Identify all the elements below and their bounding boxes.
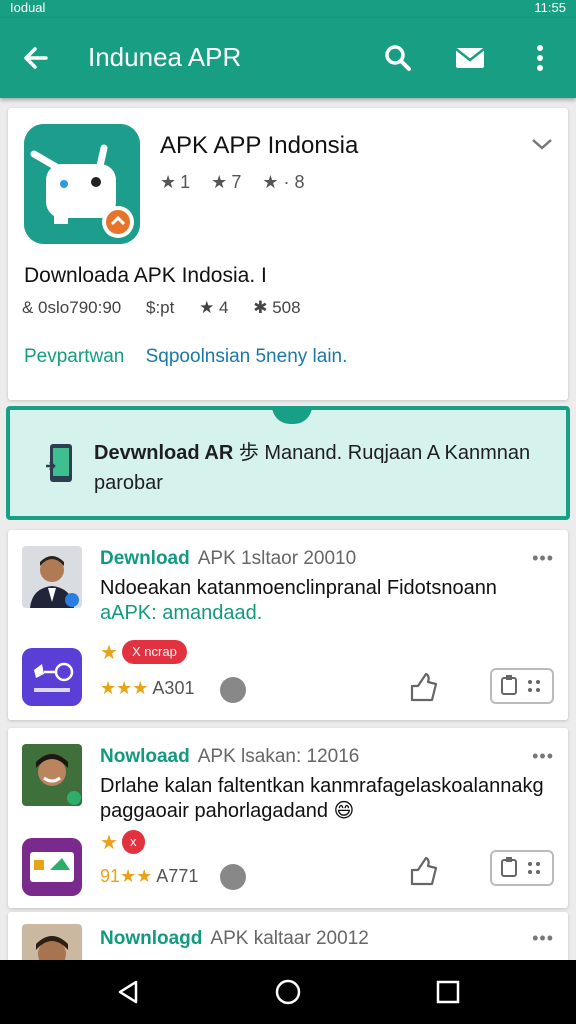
status-badge: X ncrap <box>122 640 187 664</box>
review-header: Nowloaad APK lsakan: 12016 <box>100 746 359 768</box>
rating-3: ★ · 8 <box>262 172 305 192</box>
links-row: Pevpartwan Sqpoolnsian 5neny lain. <box>24 346 347 368</box>
secondary-link[interactable]: Sqpoolnsian 5neny lain. <box>146 346 348 367</box>
system-nav-bar <box>0 960 576 1024</box>
phone-download-icon <box>46 444 72 482</box>
rating-row: ★ 1 ★ 7 ★ · 8 <box>160 172 321 193</box>
meta-row: & 0slo790:90 $:pt ★ 4 ✱ 508 <box>22 298 321 318</box>
more-horiz-icon[interactable]: ••• <box>532 548 554 569</box>
reply-button[interactable] <box>490 850 554 886</box>
review-line-2: paggaoair pahorlagadand 😄 <box>100 800 355 822</box>
review-meta: APK 1sltaor 20010 <box>197 548 357 569</box>
recents-square-icon[interactable] <box>434 978 462 1006</box>
review-username[interactable]: Nowloaad <box>100 746 190 767</box>
review-card: Dewnload APK 1sltaor 20010 ••• Ndoeakan k… <box>8 530 568 720</box>
status-time: 11:55 <box>534 0 566 15</box>
primary-link[interactable]: Pevpartwan <box>24 346 124 367</box>
download-promo-banner[interactable]: Devwnload AR 歩 Manand. Ruqjaan A Kanmnan… <box>6 406 570 520</box>
app-name: APK APP Indonsia <box>160 132 359 159</box>
star-rating: ★★★ A301 <box>100 678 195 698</box>
app-bar: Indunea APR <box>0 18 576 98</box>
meta-type: $:pt <box>145 298 175 317</box>
review-meta: APK lsakan: 12016 <box>197 746 360 767</box>
app-bar-title: Indunea APR <box>88 42 242 72</box>
review-header: Nownloagd APK kaltaar 20012 <box>100 928 369 950</box>
back-triangle-icon[interactable] <box>114 978 142 1006</box>
download-line: Downloada APK Indosia. I <box>24 264 267 287</box>
chevron-down-icon[interactable] <box>530 136 554 152</box>
status-left-text: Iodual <box>10 0 46 15</box>
rating-2: ★ 7 <box>211 172 242 192</box>
more-horiz-icon[interactable]: ••• <box>532 746 554 767</box>
back-arrow-icon[interactable] <box>18 40 54 76</box>
home-circle-icon[interactable] <box>274 978 302 1006</box>
review-meta: APK kaltaar 20012 <box>210 928 369 949</box>
review-username[interactable]: Nownloagd <box>100 928 202 949</box>
reply-button[interactable] <box>490 668 554 704</box>
review-line-1: Ndoeakan katanmoenclinpranal Fidotsnoann <box>100 577 497 599</box>
banner-notch <box>272 406 312 424</box>
star-rating: 91★★ A771 <box>100 866 199 886</box>
review-header: Dewnload APK 1sltaor 20010 <box>100 548 356 570</box>
star-icon: ★ <box>100 832 118 854</box>
review-line-2: aAPK: amandaad. <box>100 602 263 624</box>
user-icon <box>220 677 246 703</box>
app-logo-icon <box>24 124 140 244</box>
mail-icon[interactable] <box>452 40 488 76</box>
status-bar: Iodual 11:55 <box>0 0 576 18</box>
thumbs-up-icon[interactable] <box>408 854 438 886</box>
review-card: Nowloaad APK lsakan: 12016 ••• Drlahe kal… <box>8 728 568 908</box>
rating-1: ★ 1 <box>160 172 191 192</box>
more-vert-icon[interactable] <box>522 40 558 76</box>
promo-text: Devwnload AR 歩 Manand. Ruqjaan A Kanmnan… <box>94 442 531 494</box>
star-icon: ★ <box>100 642 118 664</box>
thumbs-up-icon[interactable] <box>408 670 438 702</box>
review-body: Drlahe kalan faltentkan kanmrafagelaskoa… <box>100 774 550 824</box>
search-icon[interactable] <box>380 40 416 76</box>
more-horiz-icon[interactable]: ••• <box>532 928 554 949</box>
app-info-card: APK APP Indonsia ★ 1 ★ 7 ★ · 8 Downloada A… <box>8 108 568 400</box>
avatar <box>22 744 82 806</box>
status-badge: x <box>122 830 145 854</box>
meta-size: & 0slo790:90 <box>22 298 122 317</box>
meta-downloads: ✱ 508 <box>253 298 301 317</box>
app-thumbnail-icon <box>22 648 82 706</box>
review-username[interactable]: Dewnload <box>100 548 190 569</box>
review-line-1: Drlahe kalan faltentkan kanmrafagelaskoa… <box>100 775 544 797</box>
meta-rating: ★ 4 <box>199 298 229 317</box>
rating-count: A771 <box>156 866 199 886</box>
review-body: Ndoeakan katanmoenclinpranal Fidotsnoann… <box>100 576 550 626</box>
user-icon <box>220 864 246 890</box>
rating-count: A301 <box>152 678 195 698</box>
avatar <box>22 546 82 608</box>
app-thumbnail-icon <box>22 838 82 896</box>
